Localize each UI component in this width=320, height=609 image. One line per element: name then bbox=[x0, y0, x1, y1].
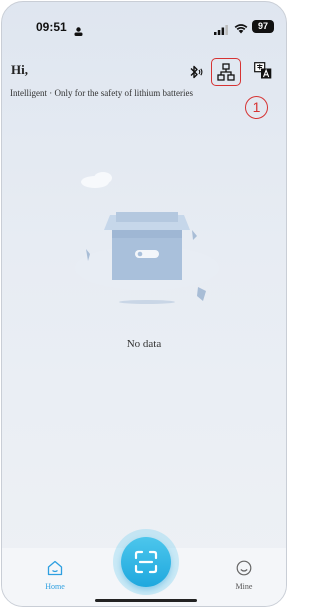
scan-button[interactable] bbox=[121, 537, 171, 587]
empty-box-illustration bbox=[72, 170, 222, 315]
person-icon bbox=[74, 23, 83, 41]
network-icon[interactable] bbox=[217, 63, 235, 86]
app-screen: 09:51 97 Hi, Intelligent · Only for the … bbox=[1, 1, 287, 607]
app-subtitle: Intelligent · Only for the safety of lit… bbox=[10, 88, 193, 98]
home-icon bbox=[47, 560, 63, 580]
home-indicator bbox=[95, 599, 197, 602]
bluetooth-icon[interactable] bbox=[189, 64, 203, 85]
empty-state-message: No data bbox=[126, 338, 162, 350]
tab-home[interactable]: Home bbox=[35, 560, 75, 591]
cellular-signal-icon bbox=[214, 22, 228, 40]
mine-icon bbox=[236, 560, 252, 580]
tab-home-label: Home bbox=[45, 582, 65, 591]
battery-level: 97 bbox=[252, 20, 274, 33]
status-bar: 09:51 97 bbox=[2, 2, 286, 42]
tab-mine[interactable]: Mine bbox=[224, 560, 264, 591]
status-time: 09:51 bbox=[36, 20, 67, 34]
translate-icon[interactable] bbox=[254, 62, 272, 84]
callout-number-badge: 1 bbox=[245, 96, 268, 119]
tab-mine-label: Mine bbox=[235, 582, 253, 591]
wifi-icon bbox=[234, 21, 248, 39]
scan-icon bbox=[134, 550, 158, 579]
greeting-text: Hi, bbox=[11, 62, 28, 77]
